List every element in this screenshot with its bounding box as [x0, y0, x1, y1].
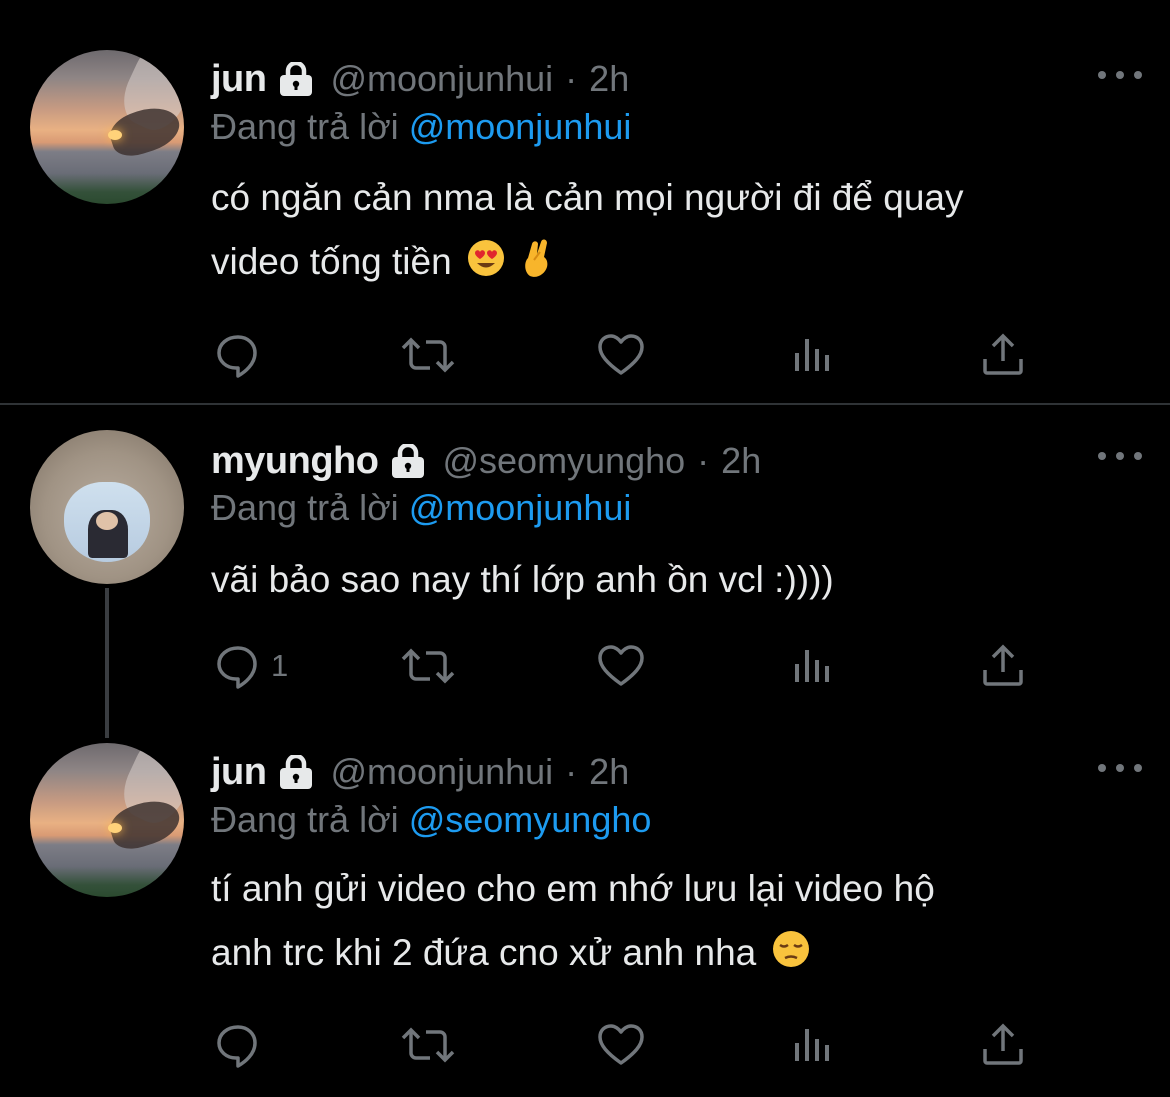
retweet-icon [401, 1025, 455, 1065]
reply-count: 1 [271, 648, 289, 683]
pensive-face-emoji [771, 925, 811, 989]
tweet[interactable]: jun @moonjunhui · 2h Đang trả lời @moonj… [0, 0, 1170, 403]
reply-icon [215, 332, 261, 378]
more-options-icon[interactable] [1098, 441, 1142, 471]
like-icon [597, 1023, 645, 1067]
tweet-text: có ngăn cản nma là cản mọi người đi để q… [211, 166, 1141, 298]
tweet[interactable]: myungho @seomyungho · 2h Đang trả lời @m… [0, 405, 1170, 735]
timestamp[interactable]: 2h [589, 751, 629, 793]
avatar[interactable] [30, 743, 184, 897]
analytics-icon [793, 335, 833, 375]
like-button[interactable] [597, 641, 645, 691]
more-options-icon[interactable] [1098, 60, 1142, 90]
avatar[interactable] [30, 430, 184, 584]
like-icon [597, 333, 645, 377]
like-button[interactable] [597, 330, 645, 380]
like-icon [597, 644, 645, 688]
retweet-icon [401, 646, 455, 686]
share-icon [981, 1023, 1025, 1067]
display-name[interactable]: jun [211, 58, 267, 101]
timestamp[interactable]: 2h [721, 440, 761, 482]
lock-icon [276, 755, 316, 789]
share-button[interactable] [981, 330, 1025, 380]
reply-button[interactable] [215, 1020, 271, 1070]
tweet[interactable]: jun @moonjunhui · 2h Đang trả lời @seomy… [0, 735, 1170, 1097]
replying-to: Đang trả lời @moonjunhui [211, 487, 632, 528]
lock-icon [388, 444, 428, 478]
like-button[interactable] [597, 1020, 645, 1070]
reply-button[interactable] [215, 330, 271, 380]
user-handle[interactable]: @seomyungho [442, 440, 685, 482]
mention-link[interactable]: @seomyungho [409, 799, 652, 840]
user-handle[interactable]: @moonjunhui [330, 58, 553, 100]
share-button[interactable] [981, 1020, 1025, 1070]
separator-dot: · [565, 58, 578, 99]
more-options-icon[interactable] [1098, 753, 1142, 783]
analytics-button[interactable] [793, 330, 833, 380]
reply-button[interactable]: 1 [215, 641, 288, 691]
analytics-icon [793, 1025, 833, 1065]
thread-connector [105, 588, 109, 738]
share-icon [981, 644, 1025, 688]
crossed-fingers-emoji [520, 234, 554, 298]
share-button[interactable] [981, 641, 1025, 691]
replying-to: Đang trả lời @moonjunhui [211, 106, 632, 147]
separator-dot: · [565, 751, 578, 792]
share-icon [981, 333, 1025, 377]
avatar[interactable] [30, 50, 184, 204]
analytics-icon [793, 646, 833, 686]
lock-icon [276, 62, 316, 96]
retweet-button[interactable] [401, 641, 455, 691]
user-handle[interactable]: @moonjunhui [330, 751, 553, 793]
retweet-button[interactable] [401, 1020, 455, 1070]
heart-eyes-emoji [466, 234, 506, 298]
tweet-text: tí anh gửi video cho em nhớ lưu lại vide… [211, 857, 1141, 989]
retweet-button[interactable] [401, 330, 455, 380]
reply-icon [215, 1022, 261, 1068]
replying-to: Đang trả lời @seomyungho [211, 799, 652, 840]
timestamp[interactable]: 2h [589, 58, 629, 100]
tweet-text: vãi bảo sao nay thí lớp anh ồn vcl :)))) [211, 559, 834, 600]
mention-link[interactable]: @moonjunhui [409, 487, 632, 528]
separator-dot: · [697, 440, 710, 481]
retweet-icon [401, 335, 455, 375]
analytics-button[interactable] [793, 1020, 833, 1070]
analytics-button[interactable] [793, 641, 833, 691]
display-name[interactable]: myungho [211, 440, 379, 483]
mention-link[interactable]: @moonjunhui [409, 106, 632, 147]
display-name[interactable]: jun [211, 751, 267, 794]
reply-icon [215, 643, 261, 689]
